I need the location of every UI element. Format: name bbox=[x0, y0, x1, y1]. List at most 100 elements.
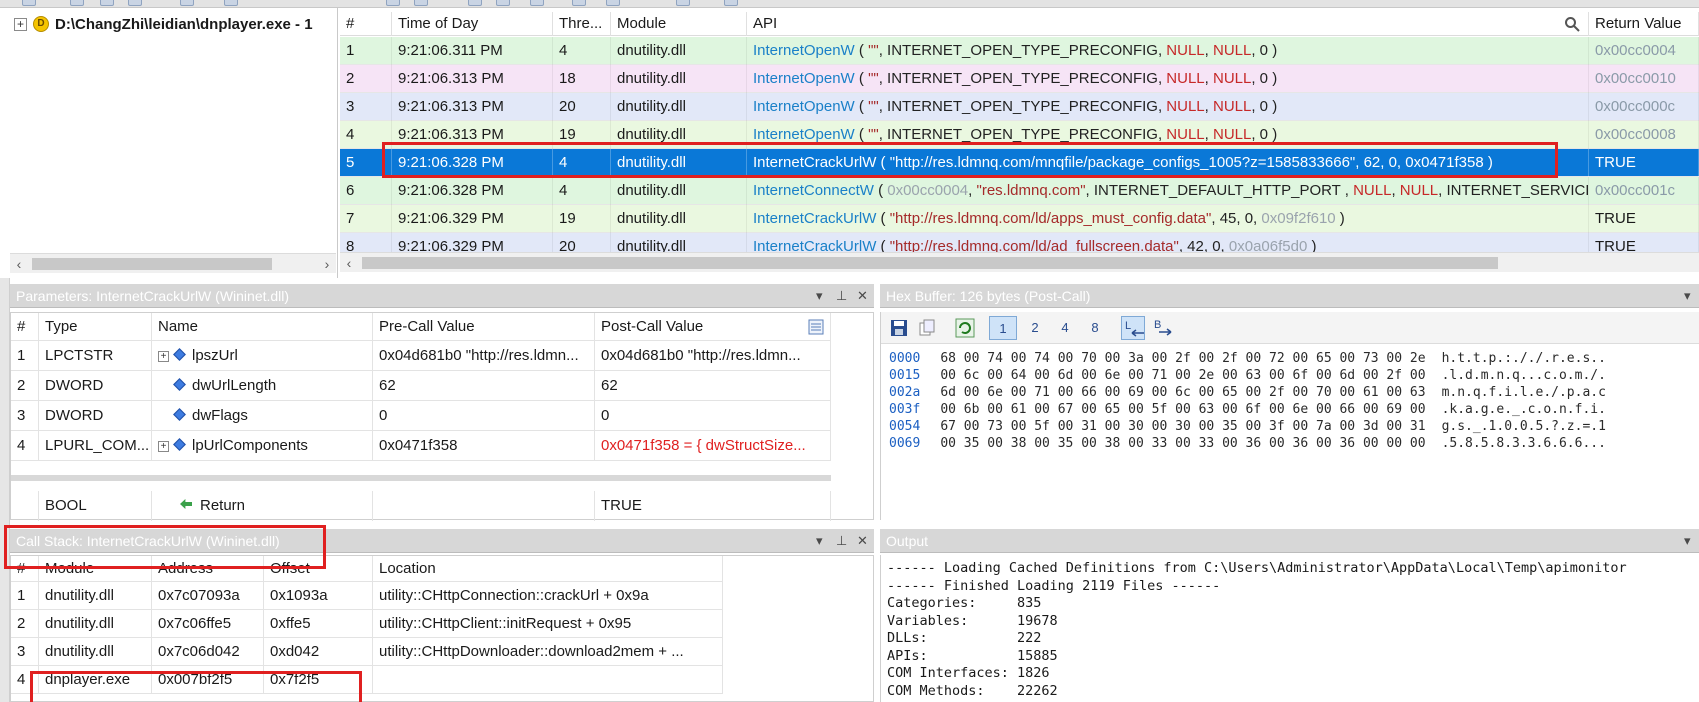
col-header-thread[interactable]: Thre... bbox=[553, 12, 611, 36]
dropdown-icon[interactable]: ▾ bbox=[816, 529, 823, 552]
api-call-row[interactable]: 3 9:21:06.313 PM 20 dnutility.dll InternetOp… bbox=[340, 93, 1699, 121]
close-icon[interactable]: ✕ bbox=[857, 529, 868, 552]
scroll-left-icon[interactable]: ‹ bbox=[10, 254, 28, 274]
param-col-pre[interactable]: Pre-Call Value bbox=[373, 313, 595, 341]
copy-icon[interactable] bbox=[915, 316, 939, 340]
scroll-thumb[interactable] bbox=[32, 258, 272, 270]
stack-row-offset[interactable]: 0x7f2f5 bbox=[264, 666, 373, 694]
api-call-row[interactable]: 4 9:21:06.313 PM 19 dnutility.dll InternetOp… bbox=[340, 121, 1699, 149]
toolbar-button-icon[interactable] bbox=[224, 0, 238, 6]
toolbar-button-icon[interactable] bbox=[70, 0, 84, 6]
toolbar-button-icon[interactable] bbox=[724, 0, 738, 6]
api-call-row[interactable]: 2 9:21:06.313 PM 18 dnutility.dll InternetOp… bbox=[340, 65, 1699, 93]
stack-row-address[interactable]: 0x7c06ffe5 bbox=[152, 610, 264, 638]
toolbar-button-icon[interactable] bbox=[22, 0, 36, 6]
stack-row-address[interactable]: 0x007bf2f5 bbox=[152, 666, 264, 694]
stack-col-num[interactable]: # bbox=[11, 556, 39, 582]
stack-row-address[interactable]: 0x7c06d042 bbox=[152, 638, 264, 666]
group-4-byte-button[interactable]: 4 bbox=[1051, 316, 1079, 340]
group-1-byte-button[interactable]: 1 bbox=[989, 316, 1017, 340]
toolbar-button-icon[interactable] bbox=[530, 0, 544, 6]
api-call-row[interactable]: 6 9:21:06.328 PM 4 dnutility.dll InternetCon… bbox=[340, 177, 1699, 205]
stack-row-module[interactable]: dnutility.dll bbox=[39, 582, 152, 610]
stack-col-location[interactable]: Location bbox=[373, 556, 723, 582]
api-row-return: 0x00cc0004 bbox=[1589, 37, 1699, 65]
param-row-name-cell[interactable]: dwUrlLength bbox=[152, 371, 373, 401]
pin-icon[interactable]: ⊥ bbox=[836, 529, 847, 552]
param-col-post[interactable]: Post-Call Value bbox=[595, 313, 831, 341]
stack-row-num[interactable]: 1 bbox=[11, 582, 39, 610]
stack-row-location[interactable] bbox=[373, 666, 723, 694]
api-call-row[interactable]: 5 9:21:06.328 PM 4 dnutility.dll InternetCra… bbox=[340, 149, 1699, 177]
api-grid-hscrollbar[interactable]: ‹ bbox=[340, 252, 1699, 272]
col-header-module[interactable]: Module bbox=[611, 12, 747, 36]
param-row-name-cell[interactable]: + lpUrlComponents bbox=[152, 431, 373, 461]
api-row-num: 6 bbox=[340, 177, 392, 205]
param-col-name[interactable]: Name bbox=[152, 313, 373, 341]
stack-col-address[interactable]: Address bbox=[152, 556, 264, 582]
stack-row-location[interactable]: utility::CHttpDownloader::download2mem +… bbox=[373, 638, 723, 666]
scroll-right-icon[interactable]: › bbox=[318, 254, 336, 274]
toolbar-button-icon[interactable] bbox=[100, 0, 114, 6]
process-tree-hscrollbar[interactable]: ‹ › bbox=[10, 253, 336, 273]
parameter-diamond-icon bbox=[173, 408, 186, 421]
stack-row-location[interactable]: utility::CHttpConnection::crackUrl + 0x9… bbox=[373, 582, 723, 610]
param-row-name-cell[interactable]: dwFlags bbox=[152, 401, 373, 431]
toolbar-button-icon[interactable] bbox=[496, 0, 510, 6]
group-2-byte-button[interactable]: 2 bbox=[1021, 316, 1049, 340]
expand-plus-icon[interactable]: + bbox=[158, 441, 169, 452]
stack-row-offset[interactable]: 0x1093a bbox=[264, 582, 373, 610]
toolbar-button-icon[interactable] bbox=[180, 0, 194, 6]
col-header-api[interactable]: API bbox=[747, 12, 1589, 36]
column-chooser-icon[interactable] bbox=[808, 319, 824, 335]
col-header-return[interactable]: Return Value bbox=[1589, 12, 1699, 36]
scroll-left-icon[interactable]: ‹ bbox=[340, 253, 358, 273]
process-tree-item[interactable]: + D D:\ChangZhi\leidian\dnplayer.exe - 1 bbox=[14, 13, 336, 35]
toolbar-button-icon[interactable] bbox=[414, 0, 428, 6]
stack-col-offset[interactable]: Offset bbox=[264, 556, 373, 582]
toolbar-button-icon[interactable] bbox=[386, 0, 400, 6]
stack-row-num[interactable]: 3 bbox=[11, 638, 39, 666]
big-endian-icon[interactable]: B bbox=[1151, 316, 1175, 340]
toolbar-button-icon[interactable] bbox=[128, 0, 142, 6]
save-icon[interactable] bbox=[887, 316, 911, 340]
toolbar-button-icon[interactable] bbox=[468, 0, 482, 6]
stack-row-module[interactable]: dnutility.dll bbox=[39, 610, 152, 638]
stack-row-offset[interactable]: 0xffe5 bbox=[264, 610, 373, 638]
stack-row-location[interactable]: utility::CHttpClient::initRequest + 0x95 bbox=[373, 610, 723, 638]
scroll-thumb[interactable] bbox=[362, 257, 1498, 269]
col-header-num[interactable]: # bbox=[340, 12, 392, 36]
search-icon[interactable] bbox=[1564, 16, 1580, 32]
expand-plus-icon[interactable]: + bbox=[158, 351, 169, 362]
stack-row-num[interactable]: 2 bbox=[11, 610, 39, 638]
dropdown-icon[interactable]: ▾ bbox=[1684, 284, 1691, 307]
expand-plus-icon[interactable]: + bbox=[14, 17, 27, 31]
param-row-name-cell[interactable]: + lpszUrl bbox=[152, 341, 373, 371]
stack-row-address[interactable]: 0x7c07093a bbox=[152, 582, 264, 610]
stack-col-module[interactable]: Module bbox=[39, 556, 152, 582]
stack-row-module[interactable]: dnutility.dll bbox=[39, 638, 152, 666]
refresh-icon[interactable] bbox=[953, 316, 977, 340]
process-app-icon: D bbox=[33, 16, 49, 32]
param-row-pre: 0 bbox=[373, 401, 595, 431]
stack-row-module[interactable]: dnplayer.exe bbox=[39, 666, 152, 694]
param-col-type[interactable]: Type bbox=[39, 313, 152, 341]
little-endian-icon[interactable]: L bbox=[1121, 316, 1145, 340]
dropdown-icon[interactable]: ▾ bbox=[816, 284, 823, 307]
group-8-byte-button[interactable]: 8 bbox=[1081, 316, 1109, 340]
api-call-row[interactable]: 7 9:21:06.329 PM 19 dnutility.dll InternetCr… bbox=[340, 205, 1699, 233]
stack-row-num[interactable]: 4 bbox=[11, 666, 39, 694]
stack-row-offset[interactable]: 0xd042 bbox=[264, 638, 373, 666]
toolbar-button-icon[interactable] bbox=[676, 0, 690, 6]
toolbar-button-icon[interactable] bbox=[572, 0, 586, 6]
api-row-call: InternetOpenW ( "", INTERNET_OPEN_TYPE_P… bbox=[747, 121, 1589, 149]
toolbar-button-icon[interactable] bbox=[606, 0, 620, 6]
dropdown-icon[interactable]: ▾ bbox=[1684, 529, 1691, 552]
col-header-time[interactable]: Time of Day bbox=[392, 12, 553, 36]
api-argument-text: "" bbox=[868, 98, 879, 115]
close-icon[interactable]: ✕ bbox=[857, 284, 868, 307]
api-row-module: dnutility.dll bbox=[611, 93, 747, 121]
param-col-num[interactable]: # bbox=[11, 313, 39, 341]
pin-icon[interactable]: ⊥ bbox=[836, 284, 847, 307]
api-call-row[interactable]: 1 9:21:06.311 PM 4 dnutility.dll InternetOpe… bbox=[340, 37, 1699, 65]
